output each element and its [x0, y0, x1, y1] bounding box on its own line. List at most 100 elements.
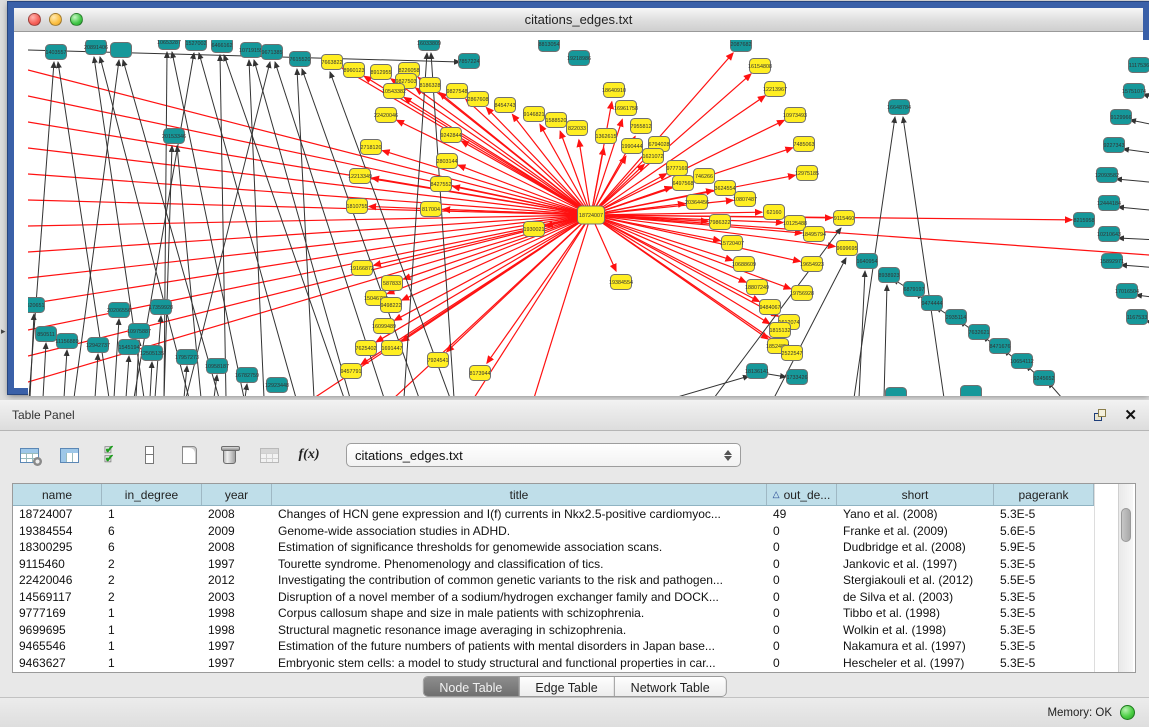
table-options-button[interactable] [16, 442, 42, 468]
tab-network-table[interactable]: Network Table [615, 677, 726, 696]
row-options-button[interactable] [136, 442, 162, 468]
graph-node[interactable]: 10973493 [783, 108, 807, 123]
graph-node[interactable]: 9827548 [447, 84, 468, 99]
graph-node[interactable]: 18724007 [578, 206, 605, 224]
table-row[interactable]: 1872400712008Changes of HCN gene express… [13, 506, 1094, 523]
graph-node[interactable]: 2520651 [28, 298, 45, 313]
graph-node[interactable] [961, 386, 982, 397]
graph-node[interactable]: 12942737 [86, 338, 110, 353]
graph-node[interactable]: 22420046 [374, 108, 398, 123]
graph-node[interactable]: 7924541 [428, 353, 449, 368]
graph-node[interactable]: 9457791 [341, 364, 362, 379]
column-header-pagerank[interactable]: pagerank [994, 484, 1094, 505]
graph-node[interactable]: 17016504 [1115, 284, 1139, 299]
graph-node[interactable] [886, 388, 907, 397]
graph-node[interactable]: 9115460 [834, 211, 855, 226]
graph-node[interactable]: 8454743 [495, 98, 516, 113]
graph-node[interactable]: 2935114 [946, 310, 967, 325]
graph-node[interactable]: 7955812 [631, 119, 652, 134]
graph-node[interactable]: 746266 [694, 169, 715, 184]
graph-node[interactable]: 587833 [382, 276, 403, 291]
graph-node[interactable]: 1621072 [643, 149, 664, 164]
graph-node[interactable]: 17957273 [175, 350, 199, 365]
graph-node[interactable]: 17359928 [149, 300, 173, 315]
graph-node[interactable]: 1167533 [1127, 310, 1148, 325]
graph-node[interactable]: 7986322 [710, 215, 731, 230]
graph-node[interactable]: 1930021 [524, 222, 545, 237]
graph-node[interactable]: 11156889 [55, 334, 78, 349]
graph-node[interactable]: 16154808 [748, 59, 772, 74]
graph-node[interactable]: 15720407 [720, 236, 744, 251]
graph-node[interactable]: 9699695 [837, 241, 858, 256]
graph-node[interactable]: 1733426 [787, 370, 808, 385]
graph-node[interactable]: 9498222 [381, 298, 402, 313]
graph-node[interactable]: 1810755 [347, 199, 368, 214]
graph-node[interactable]: 7485063 [794, 137, 815, 152]
function-builder-icon[interactable]: f(x) [296, 442, 322, 468]
table-row[interactable]: 969969511998Structural magnetic resonanc… [13, 622, 1094, 639]
graph-node[interactable]: 18136141 [745, 364, 769, 379]
graph-node[interactable]: 16961758 [614, 101, 638, 116]
graph-node[interactable]: 9671385 [262, 45, 283, 60]
table-row[interactable]: 977716911998Corpus callosum shape and si… [13, 605, 1094, 622]
graph-node[interactable]: 1403557 [46, 45, 67, 60]
graph-node[interactable]: 6497568 [673, 176, 694, 191]
graph-node[interactable]: 12505135 [140, 346, 164, 361]
graph-node[interactable]: 8813054 [539, 40, 560, 52]
graph-node[interactable]: 7615520 [290, 52, 311, 67]
graph-node[interactable]: 850511 [36, 327, 57, 342]
table-row[interactable]: 1830029562008Estimation of significance … [13, 539, 1094, 556]
graph-node[interactable]: 20206556 [107, 303, 131, 318]
graph-node[interactable]: 1691447 [382, 341, 403, 356]
graph-node[interactable]: 822033 [567, 121, 588, 136]
graph-node[interactable]: 1362615 [596, 129, 617, 144]
delete-column-button[interactable] [216, 442, 242, 468]
graph-node[interactable]: 2087682 [731, 40, 752, 52]
graph-node[interactable]: 2718120 [361, 140, 382, 155]
graph-node[interactable]: 3624554 [715, 181, 736, 196]
graph-node[interactable]: 12444184 [1097, 196, 1121, 211]
graph-node[interactable]: 12923448 [265, 378, 289, 393]
column-header-short[interactable]: short [837, 484, 994, 505]
close-panel-icon[interactable]: ✕ [1124, 408, 1137, 423]
graph-node[interactable]: 10688609 [732, 257, 756, 272]
graph-node[interactable]: 8173944 [470, 366, 491, 381]
graph-node[interactable]: 7857224 [459, 54, 480, 69]
graph-node[interactable]: 16782759 [235, 368, 259, 383]
graph-node[interactable]: 16648784 [887, 100, 911, 115]
maximize-window-button[interactable] [70, 13, 83, 26]
graph-node[interactable]: 1588520 [546, 113, 567, 128]
graph-node[interactable]: 8912955 [371, 65, 392, 80]
graph-node[interactable]: 1640954 [857, 254, 878, 269]
graph-node[interactable]: 10975887 [127, 324, 151, 339]
column-options-button[interactable] [56, 442, 82, 468]
graph-node[interactable]: 10543382 [382, 84, 406, 99]
graph-node[interactable]: 817004 [421, 202, 442, 217]
graph-node[interactable]: 9474444 [922, 296, 943, 311]
graph-node[interactable] [111, 43, 132, 58]
graph-node[interactable]: 19384554 [609, 275, 633, 290]
graph-node[interactable]: 12213349 [348, 169, 372, 184]
graph-node[interactable]: 1527002 [186, 40, 207, 51]
table-selector-dropdown[interactable]: citations_edges.txt [346, 443, 741, 467]
minimize-window-button[interactable] [49, 13, 62, 26]
graph-node[interactable]: 10958187 [205, 359, 229, 374]
graph-node[interactable]: 9129966 [1111, 110, 1132, 125]
graph-node[interactable]: 8427552 [431, 177, 452, 192]
graph-node[interactable]: 6466162 [212, 40, 233, 53]
graph-node[interactable]: 9245652 [1034, 371, 1055, 386]
graph-node[interactable]: 9242844 [441, 128, 462, 143]
panel-collapse-arrow[interactable]: ▸ [1, 326, 6, 337]
table-row[interactable]: 911546021997Tourette syndrome. Phenomeno… [13, 556, 1094, 573]
graph-node[interactable]: 15751074 [1122, 84, 1146, 99]
graph-node[interactable]: 1117536 [1129, 58, 1149, 73]
graph-node[interactable]: 15892971 [1100, 254, 1124, 269]
graph-node[interactable]: 9484067 [760, 300, 781, 315]
graph-node[interactable]: 10654112 [1010, 354, 1034, 369]
graph-node[interactable]: 10210643 [1097, 227, 1121, 242]
graph-node[interactable]: 19218986 [567, 51, 591, 66]
new-column-button[interactable] [176, 442, 202, 468]
graph-node[interactable]: 2522547 [782, 346, 803, 361]
column-header-title[interactable]: title [272, 484, 767, 505]
graph-node[interactable]: 18640910 [602, 83, 626, 98]
